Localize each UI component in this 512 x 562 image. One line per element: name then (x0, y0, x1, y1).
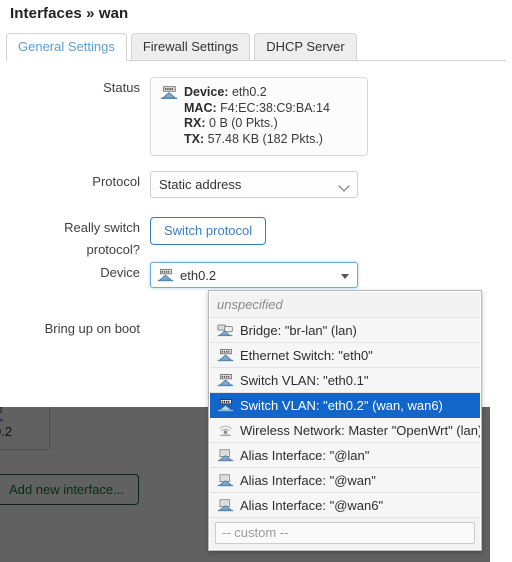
dropdown-option-alias-wan[interactable]: Alias Interface: "@wan" (210, 468, 480, 493)
dropdown-option-label: unspecified (217, 297, 283, 312)
status-key-tx: TX: (184, 131, 205, 146)
bring-up-on-boot-label: Bring up on boot (44, 321, 140, 336)
status-line-mac: MAC: F4:EC:38:C9:BA:14 (184, 101, 330, 117)
protocol-select[interactable]: Static address (150, 171, 358, 198)
dropdown-option-wireless-network[interactable]: Wireless Network: Master "OpenWrt" (lan) (210, 418, 480, 443)
dropdown-custom-row: -- custom -- (210, 518, 480, 549)
device-combobox-value: eth0.2 (180, 267, 217, 283)
status-key-rx: RX: (184, 116, 206, 130)
protocol-row: Protocol Static address (10, 171, 358, 198)
alias-interface-icon (217, 448, 234, 462)
chevron-down-icon (338, 180, 350, 192)
status-value-tx: 57.48 KB (182 Pkts.) (207, 131, 323, 146)
dropdown-option-label: Bridge: "br-lan" (lan) (240, 322, 357, 338)
switch-protocol-row: Really switch protocol? Switch protocol (10, 217, 267, 261)
status-key-device: Device: (184, 85, 229, 99)
status-value-mac: F4:EC:38:C9:BA:14 (220, 100, 330, 115)
dropdown-option-alias-wan6[interactable]: Alias Interface: "@wan6" (210, 493, 480, 518)
status-lines: Device: eth0.2 MAC: F4:EC:38:C9:BA:14 RX… (184, 85, 330, 147)
tab-general-settings[interactable]: General Settings (6, 33, 127, 62)
status-row: Status Device: eth0.2 MAC: F4:EC:38:C9:B… (10, 77, 368, 156)
bring-up-on-boot-row: Bring up on boot (10, 318, 150, 340)
status-key-mac: MAC: (184, 100, 217, 115)
dropdown-option-switch-vlan-eth0-2[interactable]: Switch VLAN: "eth0.2" (wan, wan6) (210, 393, 480, 418)
custom-device-input[interactable]: -- custom -- (215, 522, 475, 544)
dropdown-option-label: Wireless Network: Master "OpenWrt" (lan) (240, 422, 480, 438)
alias-interface-icon (217, 473, 234, 487)
dropdown-option-label: Alias Interface: "@wan" (240, 472, 376, 488)
alias-interface-icon (217, 498, 234, 512)
status-label: Status (103, 80, 140, 95)
dropdown-option-switch-vlan-eth0-1[interactable]: Switch VLAN: "eth0.1" (210, 368, 480, 393)
dropdown-option-label: Alias Interface: "@lan" (240, 447, 370, 463)
status-line-rx: RX: 0 B (0 Pkts.) (184, 116, 330, 132)
dropdown-option-alias-lan[interactable]: Alias Interface: "@lan" (210, 443, 480, 468)
dropdown-option-ethernet-switch[interactable]: Ethernet Switch: "eth0" (210, 343, 480, 368)
status-line-tx: TX: 57.48 KB (182 Pkts.) (184, 132, 330, 148)
status-line-device: Device: eth0.2 (184, 85, 330, 101)
switch-vlan-icon (217, 398, 234, 412)
dropdown-option-label: Alias Interface: "@wan6" (240, 497, 384, 513)
dropdown-option-label: Ethernet Switch: "eth0" (240, 347, 373, 363)
status-box: Device: eth0.2 MAC: F4:EC:38:C9:BA:14 RX… (150, 77, 368, 156)
ethernet-switch-icon (217, 348, 234, 362)
tab-bar: General Settings Firewall Settings DHCP … (6, 33, 357, 62)
protocol-select-value: Static address (159, 177, 242, 192)
status-value-device: eth0.2 (231, 85, 267, 99)
switch-protocol-label: Really switch protocol? (64, 220, 140, 257)
switch-vlan-icon (157, 268, 174, 282)
switch-protocol-button[interactable]: Switch protocol (150, 217, 267, 246)
dropdown-option-bridge[interactable]: Bridge: "br-lan" (lan) (210, 318, 480, 343)
device-dropdown-list: unspecified Bridge: "br-lan" (lan) Ether… (208, 290, 482, 551)
caret-down-icon (341, 274, 349, 279)
switch-vlan-icon (217, 373, 234, 387)
switch-vlan-icon (160, 86, 178, 147)
device-row: Device eth0.2 (10, 262, 358, 288)
bridge-icon (217, 324, 234, 337)
dropdown-option-label: Switch VLAN: "eth0.1" (240, 372, 369, 388)
device-combobox[interactable]: eth0.2 (150, 262, 358, 288)
dropdown-option-unspecified[interactable]: unspecified (210, 292, 480, 318)
page-title: Interfaces » wan (10, 5, 129, 22)
wireless-icon (217, 424, 234, 437)
tab-firewall-settings[interactable]: Firewall Settings (130, 33, 251, 62)
tab-dhcp-server[interactable]: DHCP Server (254, 33, 357, 62)
status-value-rx: 0 B (0 Pkts.) (209, 116, 278, 130)
protocol-label: Protocol (92, 174, 140, 189)
device-label: Device (100, 265, 140, 280)
dropdown-option-label: Switch VLAN: "eth0.2" (wan, wan6) (240, 397, 443, 413)
